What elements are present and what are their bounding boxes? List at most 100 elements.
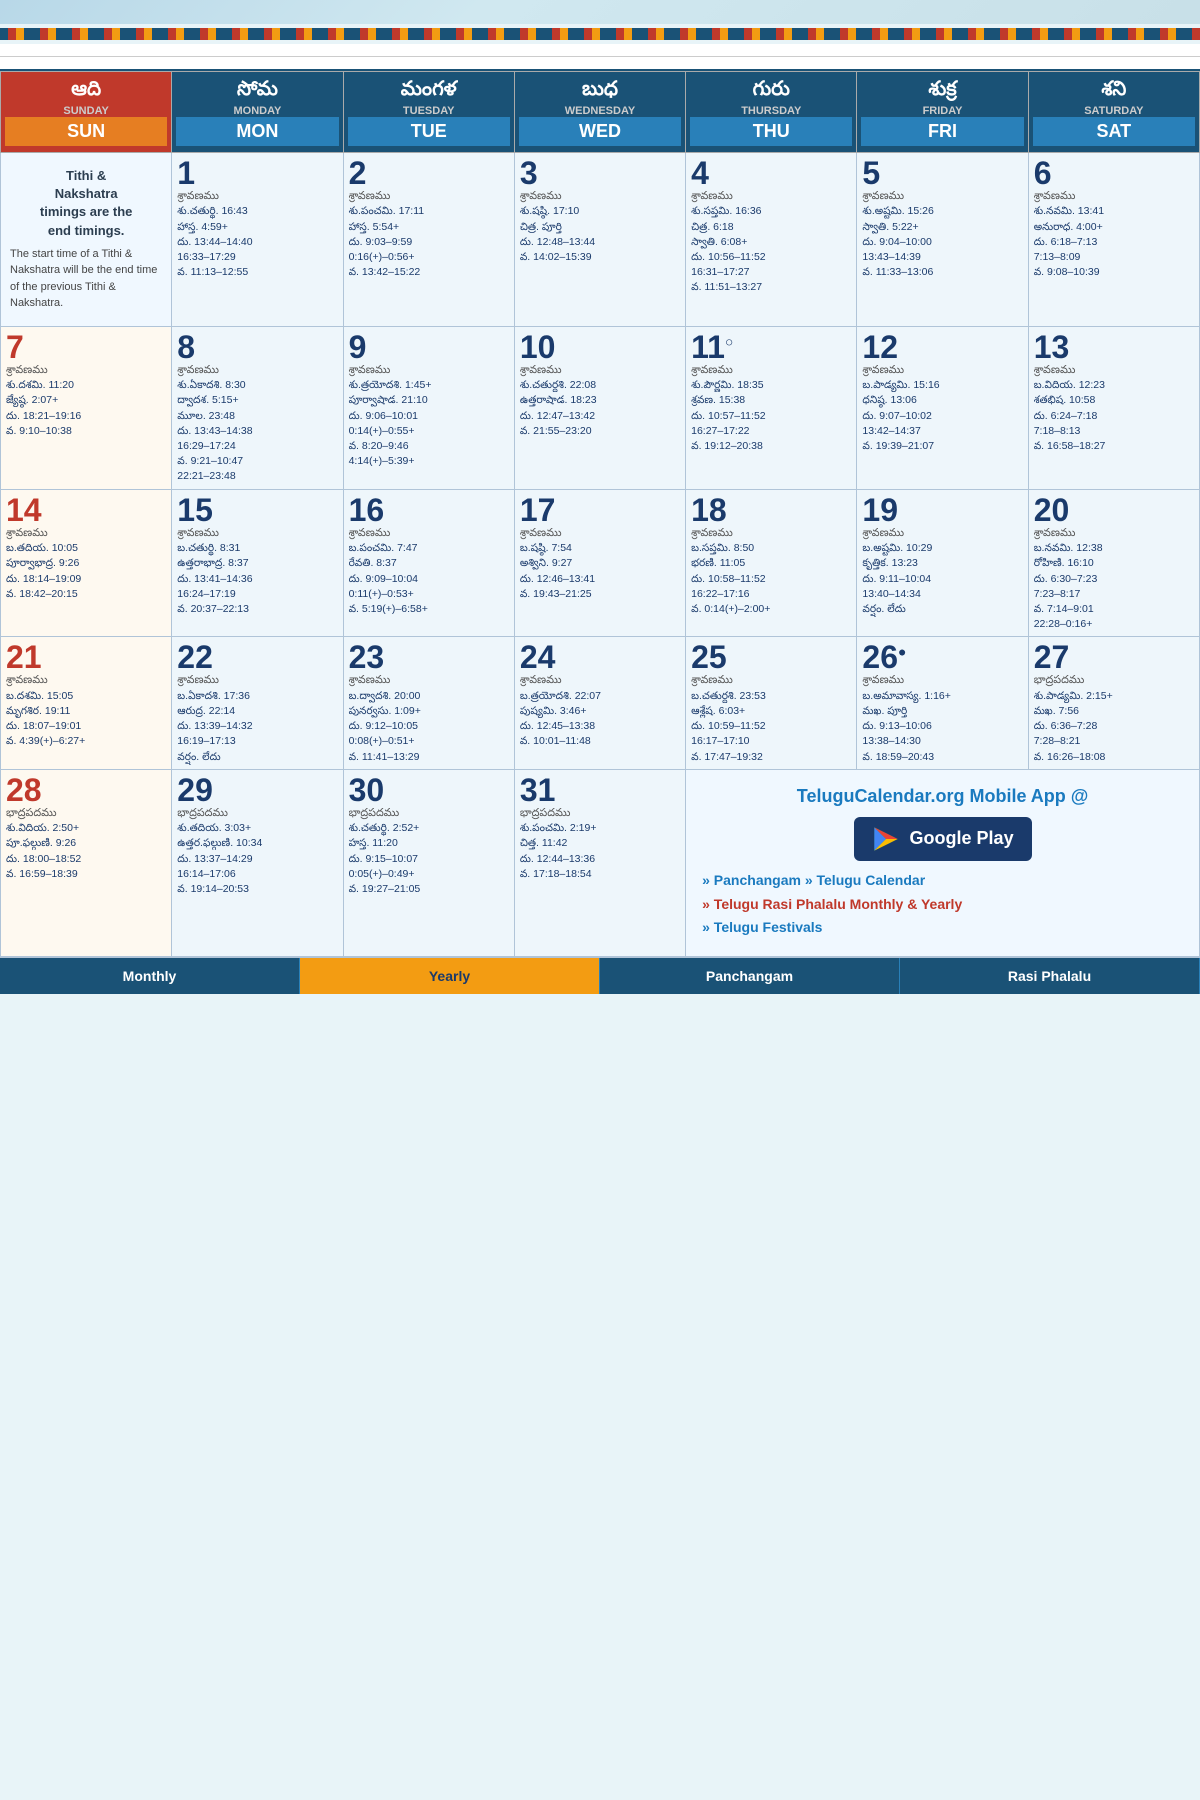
abbr-tue: TUE: [348, 117, 510, 146]
telugu-month: శ్రావణము: [177, 673, 337, 688]
telugu-tue: మంగళ: [401, 78, 457, 100]
cell-details: శు.చతుర్దశి. 22:08ఉత్తరాషాడ. 18:23దు. 12…: [520, 378, 680, 439]
date-cell-15: 15 శ్రావణము బ.చతుర్థి. 8:31ఉత్తరాభాద్ర. …: [172, 489, 343, 637]
english-tue: TUESDAY: [348, 105, 510, 117]
english-mon: MONDAY: [176, 105, 338, 117]
google-play-button[interactable]: Google Play: [854, 817, 1032, 861]
legend-bar: [0, 57, 1200, 71]
telugu-sun: ఆది: [71, 78, 101, 100]
cell-details: శు.చతుర్థి. 2:52+హస్త. 11:20దు. 9:15–10:…: [349, 821, 509, 897]
cell-details: బ.పాడ్యమి. 15:16ధనిష్ఠ. 13:06దు. 9:07–10…: [862, 378, 1022, 454]
telugu-month: శ్రావణము: [6, 363, 166, 378]
telugu-wed: బుధ: [582, 78, 618, 100]
date-number: 27: [1034, 641, 1194, 673]
app-link-1[interactable]: » Telugu Rasi Phalalu Monthly & Yearly: [702, 895, 1183, 915]
cell-details: బ.అమావాస్య. 1:16+మఖ. పూర్తిదు. 9:13–10:0…: [862, 689, 1022, 765]
calendar-table: ఆది SUNDAY SUN సోమ MONDAY MON మంగళ TUESD…: [0, 71, 1200, 957]
footer-section: MonthlyYearlyPanchangamRasi Phalalu: [0, 957, 1200, 994]
telugu-month: శ్రావణము: [349, 526, 509, 541]
date-number: 20: [1034, 494, 1194, 526]
footer-tab-rasi-phalalu[interactable]: Rasi Phalalu: [900, 958, 1200, 994]
date-number: 31: [520, 774, 680, 806]
date-cell-2: 2 శ్రావణము శు.పంచమి. 17:11హాస్త. 5:54+దు…: [343, 153, 514, 327]
telugu-month: భాద్రపదము: [177, 806, 337, 821]
cell-details: బ.తదియ. 10:05పూర్వాభాద్ర. 9:26దు. 18:14–…: [6, 541, 166, 602]
date-number: 15: [177, 494, 337, 526]
cell-details: శు.ఏకాదశి. 8:30ద్వాదశ. 5:15+మూల. 23:48దు…: [177, 378, 337, 485]
cell-details: శు.త్రయోదశి. 1:45+పూర్వాషాడ. 21:10దు. 9:…: [349, 378, 509, 469]
english-thu: THURSDAY: [690, 105, 852, 117]
telugu-thu: గురు: [753, 78, 790, 100]
footer-tab-yearly[interactable]: Yearly: [300, 958, 600, 994]
date-cell-25: 25 శ్రావణము బ.చతుర్దశి. 23:53ఆశ్లేష. 6:0…: [686, 637, 857, 769]
date-cell-11: 11○ శ్రావణము శు.పౌర్ణమి. 18:35శ్రవణ. 15:…: [686, 326, 857, 489]
date-number: 1: [177, 157, 337, 189]
date-cell-29: 29 భాద్రపదము శు.తదియ. 3:03+ఉత్తర.ఫల్గుణి…: [172, 769, 343, 956]
cell-details: బ.అష్టమి. 10:29కృత్తిక. 13:23దు. 9:11–10…: [862, 541, 1022, 617]
footer-tab-monthly[interactable]: Monthly: [0, 958, 300, 994]
date-number: 26●: [862, 641, 1022, 673]
date-cell-20: 20 శ్రావణము బ.నవమి. 12:38రోహిణి. 16:10దు…: [1028, 489, 1199, 637]
telugu-month: శ్రావణము: [862, 363, 1022, 378]
telugu-month: భాద్రపదము: [349, 806, 509, 821]
telugu-month: భాద్రపదము: [1034, 673, 1194, 688]
date-number: 14: [6, 494, 166, 526]
telugu-month: శ్రావణము: [520, 673, 680, 688]
date-cell-18: 18 శ్రావణము బ.సప్తమి. 8:50భరణి. 11:05దు.…: [686, 489, 857, 637]
day-header-wed: బుధ WEDNESDAY WED: [514, 72, 685, 153]
footer-tabs: MonthlyYearlyPanchangamRasi Phalalu: [0, 958, 1200, 994]
english-fri: FRIDAY: [861, 105, 1023, 117]
date-number: 7: [6, 331, 166, 363]
date-number: 12: [862, 331, 1022, 363]
english-sat: SATURDAY: [1033, 105, 1195, 117]
abbr-mon: MON: [176, 117, 338, 146]
cell-details: శు.తదియ. 3:03+ఉత్తర.ఫల్గుణి. 10:34దు. 13…: [177, 821, 337, 897]
telugu-month: శ్రావణము: [1034, 526, 1194, 541]
cell-details: బ.చతుర్దశి. 23:53ఆశ్లేష. 6:03+దు. 10:59–…: [691, 689, 851, 765]
date-cell-10: 10 శ్రావణము శు.చతుర్దశి. 22:08ఉత్తరాషాడ.…: [514, 326, 685, 489]
app-info-cell[interactable]: TeluguCalendar.org Mobile App @ Google P…: [686, 769, 1200, 956]
date-cell-13: 13 శ్రావణము బ.విదియ. 12:23శతభిష. 10:58దు…: [1028, 326, 1199, 489]
telugu-month: శ్రావణము: [349, 673, 509, 688]
abbr-sat: SAT: [1033, 117, 1195, 146]
calendar-body: Tithi &Nakshatratimings are theend timin…: [1, 153, 1200, 957]
cell-details: బ.సప్తమి. 8:50భరణి. 11:05దు. 10:58–11:52…: [691, 541, 851, 617]
date-cell-5: 5 శ్రావణము శు.అష్టమి. 15:26స్వాతి. 5:22+…: [857, 153, 1028, 327]
date-number: 24: [520, 641, 680, 673]
date-number: 18: [691, 494, 851, 526]
date-cell-16: 16 శ్రావణము బ.పంచమి. 7:47రేవతి. 8:37దు. …: [343, 489, 514, 637]
telugu-month: శ్రావణము: [6, 526, 166, 541]
telugu-month: శ్రావణము: [177, 189, 337, 204]
telugu-month: భాద్రపదము: [520, 806, 680, 821]
cell-details: శు.పాడ్యమి. 2:15+మఖ. 7:56దు. 6:36–7:287:…: [1034, 689, 1194, 765]
telugu-month: శ్రావణము: [862, 526, 1022, 541]
date-number: 5: [862, 157, 1022, 189]
telugu-month: శ్రావణము: [1034, 363, 1194, 378]
cell-details: బ.ఏకాదశి. 17:36ఆరుద్ర. 22:14దు. 13:39–14…: [177, 689, 337, 765]
cell-details: శు.విదియ. 2:50+పూ.ఫల్గుణి. 9:26దు. 18:00…: [6, 821, 166, 882]
date-number: 8: [177, 331, 337, 363]
app-title: TeluguCalendar.org Mobile App @: [702, 784, 1183, 809]
day-header-row: ఆది SUNDAY SUN సోమ MONDAY MON మంగళ TUESD…: [1, 72, 1200, 153]
telugu-month: శ్రావణము: [520, 189, 680, 204]
date-number: 23: [349, 641, 509, 673]
date-cell-31: 31 భాద్రపదము శు.పంచమి. 2:19+చిత్త. 11:42…: [514, 769, 685, 956]
links-section: » Panchangam » Telugu Calendar » Telugu R…: [702, 871, 1183, 938]
cell-details: బ.షష్ఠి. 7:54అశ్విని. 9:27దు. 12:46–13:4…: [520, 541, 680, 602]
day-header-sun: ఆది SUNDAY SUN: [1, 72, 172, 153]
date-number: 10: [520, 331, 680, 363]
app-link-0[interactable]: » Panchangam » Telugu Calendar: [702, 871, 1183, 891]
cell-details: బ.చతుర్థి. 8:31ఉత్తరాభాద్ర. 8:37దు. 13:4…: [177, 541, 337, 617]
date-cell-1: 1 శ్రావణము శు.చతుర్థి. 16:43హాస్త. 4:59+…: [172, 153, 343, 327]
footer-tab-panchangam[interactable]: Panchangam: [600, 958, 900, 994]
tithi-info-cell: Tithi &Nakshatratimings are theend timin…: [1, 153, 172, 327]
telugu-month: శ్రావణము: [177, 363, 337, 378]
app-link-2[interactable]: » Telugu Festivals: [702, 918, 1183, 938]
abbr-wed: WED: [519, 117, 681, 146]
cell-details: శు.చతుర్థి. 16:43హాస్త. 4:59+దు. 13:44–1…: [177, 204, 337, 280]
date-number: 4: [691, 157, 851, 189]
cell-details: శు.సప్తమి. 16:36చిత్ర. 6:18స్వాతి. 6:08+…: [691, 204, 851, 295]
day-header-sat: శని SATURDAY SAT: [1028, 72, 1199, 153]
date-cell-8: 8 శ్రావణము శు.ఏకాదశి. 8:30ద్వాదశ. 5:15+మ…: [172, 326, 343, 489]
cell-details: బ.ద్వాదశి. 20:00పునర్వసు. 1:09+దు. 9:12–…: [349, 689, 509, 765]
